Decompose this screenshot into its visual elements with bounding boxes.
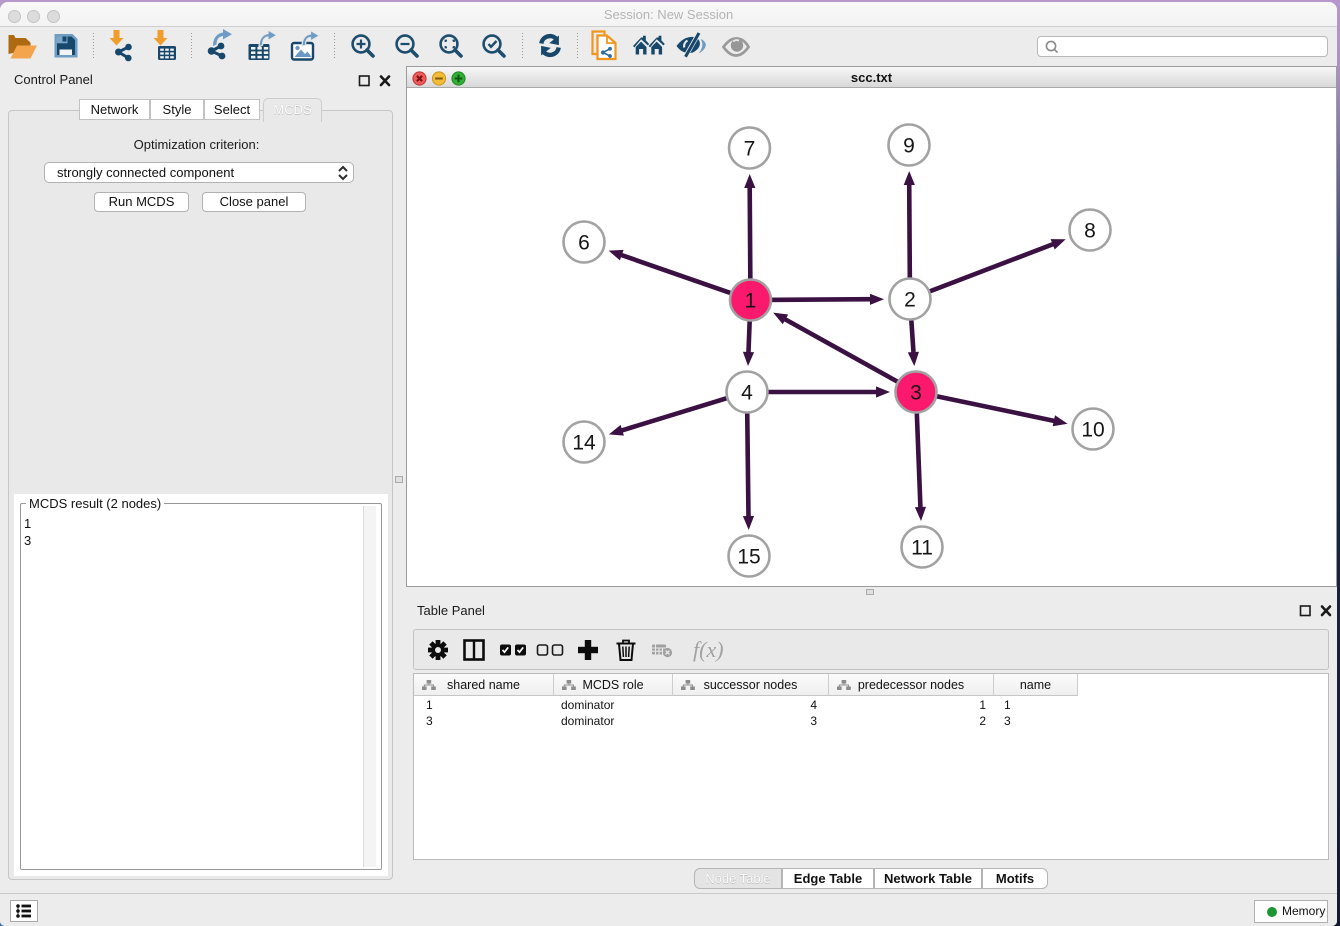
svg-text:4: 4: [741, 382, 753, 405]
svg-text:2: 2: [904, 289, 916, 312]
svg-text:1: 1: [745, 290, 757, 313]
svg-text:15: 15: [737, 546, 760, 569]
svg-text:14: 14: [572, 432, 596, 455]
svg-text:11: 11: [911, 537, 933, 560]
svg-text:10: 10: [1081, 419, 1104, 442]
svg-text:7: 7: [744, 138, 756, 161]
svg-text:3: 3: [910, 382, 922, 405]
svg-text:f(x): f(x): [693, 637, 724, 662]
svg-text:6: 6: [578, 232, 590, 255]
svg-text:8: 8: [1084, 220, 1096, 243]
svg-text:9: 9: [903, 135, 915, 158]
